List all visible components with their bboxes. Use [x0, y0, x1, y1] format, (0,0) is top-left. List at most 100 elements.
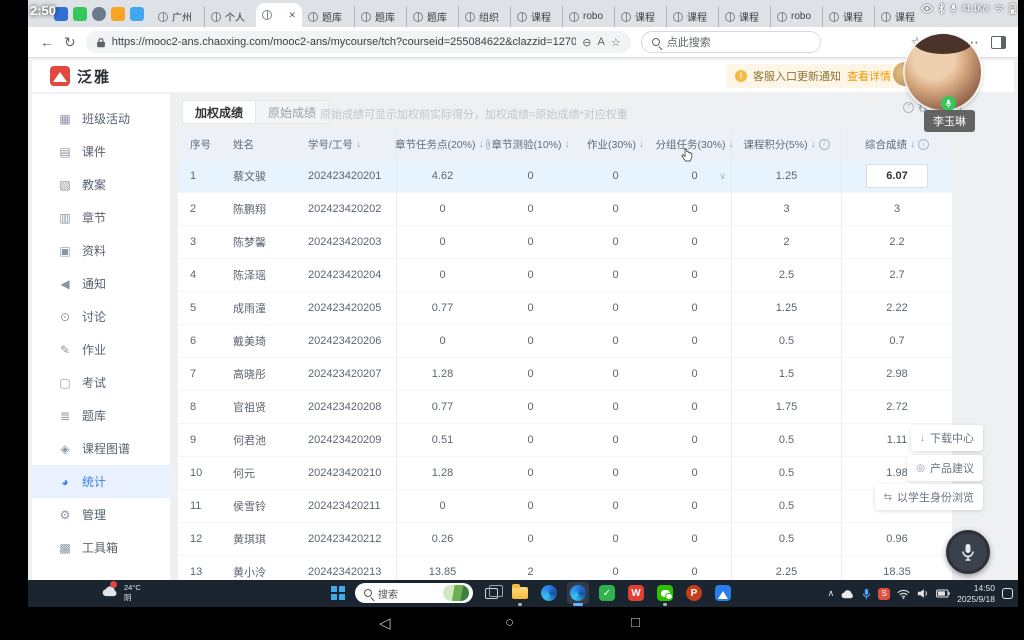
wps-office-icon[interactable]: W [625, 582, 647, 604]
table-row[interactable]: 11 侯雪铃 202423420211 0 0 0 0 0.5 0.7 [178, 490, 952, 523]
table-row[interactable]: 7 高晓彤 202423420207 1.28 0 0 0 1.5 2.98 [178, 358, 952, 391]
browser-tab[interactable]: robo ✕ [562, 6, 614, 27]
tray-expand-icon[interactable]: ∧ [828, 588, 835, 599]
tab-raw-score[interactable]: 原始成绩 [256, 100, 329, 124]
browser-search-box[interactable]: 点此搜索 [641, 31, 821, 53]
table-row[interactable]: 2 陈鹏翔 202423420202 0 0 0 0 3 3 [178, 193, 952, 226]
table-row[interactable]: 6 戴美琦 202423420206 0 0 0 0 0.5 0.7 [178, 325, 952, 358]
browser-tab[interactable]: 课程 ✕ [874, 6, 926, 27]
sort-icon[interactable]: ↓ [478, 139, 483, 150]
edge-browser-active-icon[interactable] [567, 582, 589, 604]
browser-tab[interactable]: 课程 ✕ [614, 6, 666, 27]
table-header-cell[interactable]: 课程积分(5%) ↓ i [732, 128, 842, 160]
table-header-cell[interactable]: 姓名 [223, 128, 298, 160]
android-recents-button[interactable]: □ [631, 614, 640, 631]
sidebar-panel-icon[interactable] [991, 36, 1006, 49]
pinned-tab-favicon[interactable] [54, 7, 68, 21]
sort-icon[interactable]: ↓ [356, 139, 361, 150]
sort-icon[interactable]: ↓ [639, 139, 644, 150]
notification-icon[interactable] [1002, 588, 1013, 599]
browser-tab[interactable]: robo ✕ [770, 6, 822, 27]
task-view-icon[interactable] [480, 582, 502, 604]
sidebar-item[interactable]: ▣ 资料 [32, 234, 170, 267]
sort-icon[interactable]: ↓ [811, 139, 816, 150]
table-row[interactable]: 3 陈梦馨 202423420203 0 0 0 0 2 2.2 [178, 226, 952, 259]
taskbar-weather-widget[interactable]: 24°C 阴 [102, 583, 141, 603]
pinned-tab-favicon[interactable] [73, 7, 87, 21]
sidebar-item[interactable]: ✎ 作业 [32, 333, 170, 366]
browser-tab[interactable]: 广州 ✕ [152, 6, 204, 27]
info-icon[interactable]: i [918, 139, 929, 150]
start-button-icon[interactable] [331, 586, 345, 600]
favorite-star-icon[interactable]: ☆ [611, 36, 621, 49]
wifi-icon[interactable] [897, 589, 910, 599]
table-header-cell[interactable]: 学号/工号 ↓ [298, 128, 397, 160]
browser-tab[interactable]: 题库 ✕ [354, 6, 406, 27]
android-back-button[interactable]: ◁ [379, 614, 391, 632]
table-header-cell[interactable]: 分组任务(30%) ↓ [658, 128, 732, 160]
back-icon[interactable]: ← [40, 35, 54, 49]
download-center-button[interactable]: ↓ 下载中心 [911, 425, 983, 451]
pinned-tab-favicon[interactable] [92, 7, 106, 21]
browser-tab[interactable]: 个人 ✕ [204, 6, 256, 27]
service-notice[interactable]: ! 客服入口更新通知 查看详情 [726, 64, 900, 88]
browser-tab[interactable]: ✕ [256, 3, 302, 27]
browser-tab[interactable]: 课程 ✕ [718, 6, 770, 27]
browser-tab[interactable]: 课程 ✕ [510, 6, 562, 27]
onedrive-cloud-icon[interactable] [841, 589, 855, 599]
student-view-button[interactable]: ⇆ 以学生身份浏览 [875, 484, 983, 510]
sidebar-item[interactable]: ⊙ 讨论 [32, 300, 170, 333]
zoom-icon[interactable]: ⊖ [582, 36, 591, 49]
table-header-cell[interactable]: 作业(30%) ↓ [573, 128, 658, 160]
sidebar-item[interactable]: ◕ 统计 [32, 465, 170, 498]
powerpoint-icon[interactable]: P [683, 582, 705, 604]
sidebar-item[interactable]: ≣ 题库 [32, 399, 170, 432]
pinned-tab-favicon[interactable] [111, 7, 125, 21]
browser-tab[interactable]: 课程 ✕ [822, 6, 874, 27]
table-row[interactable]: 4 陈泽瑶 202423420204 0 0 0 0 2.5 2.7 [178, 259, 952, 292]
table-header-cell[interactable]: 综合成绩 ↓ i [842, 128, 952, 160]
sidebar-item[interactable]: ▤ 课件 [32, 135, 170, 168]
table-header-cell[interactable]: 序号 [178, 128, 223, 160]
table-header-cell[interactable]: 章节任务点(20%) ↓ i [397, 128, 488, 160]
sidebar-item[interactable]: ▢ 考试 [32, 366, 170, 399]
green-app-icon[interactable]: ✓ [596, 582, 618, 604]
sidebar-item[interactable]: ▧ 教案 [32, 168, 170, 201]
sidebar-item[interactable]: ▦ 班级活动 [32, 102, 170, 135]
xuexitong-icon[interactable] [712, 582, 734, 604]
browser-tab[interactable]: 组织 ✕ [458, 6, 510, 27]
pinned-tab-favicon[interactable] [130, 7, 144, 21]
tray-microphone-icon[interactable] [862, 588, 871, 600]
total-score-input[interactable]: 6.07 [866, 164, 928, 188]
table-header-cell[interactable]: 章节测验(10%) ↓ [488, 128, 573, 160]
red-app-tray-icon[interactable]: S [878, 588, 890, 600]
notice-detail-link[interactable]: 查看详情 [847, 68, 891, 84]
browser-tab[interactable]: 题库 ✕ [302, 6, 354, 27]
sidebar-item[interactable]: ⚙ 管理 [32, 498, 170, 531]
battery-icon[interactable] [936, 589, 950, 598]
tray-clock[interactable]: 14:50 2025/9/18 [957, 583, 995, 604]
address-bar[interactable]: https://mooc2-ans.chaoxing.com/mooc2-ans… [86, 31, 631, 53]
sort-icon[interactable]: ↓ [565, 139, 570, 150]
browser-tab[interactable]: 题库 ✕ [406, 6, 458, 27]
sidebar-item[interactable]: ◈ 课程图谱 [32, 432, 170, 465]
tab-weighted-score[interactable]: 加权成绩 [182, 100, 256, 124]
table-row[interactable]: 12 黄琪琪 202423420212 0.26 0 0 0 0.5 0.96 [178, 523, 952, 556]
edge-browser-icon[interactable] [538, 582, 560, 604]
voice-assistant-button[interactable] [946, 530, 990, 574]
table-row[interactable]: 9 何君池 202423420209 0.51 0 0 0 0.5 1.11 [178, 424, 952, 457]
table-row[interactable]: 8 官祖贤 202423420208 0.77 0 0 0 1.75 2.72 [178, 391, 952, 424]
sort-icon[interactable]: ↓ [729, 139, 734, 150]
read-aloud-icon[interactable]: A [598, 36, 605, 48]
speaker-icon[interactable] [917, 588, 929, 599]
sort-icon[interactable]: ↓ [910, 139, 915, 150]
table-row-selected[interactable]: 1 蔡文骏 202423420201 4.62 0 0 0 ∨ 1.25 6.0… [178, 160, 952, 193]
table-row[interactable]: 10 何元 202423420210 1.28 0 0 0 0.5 1.98 [178, 457, 952, 490]
wechat-icon[interactable] [654, 582, 676, 604]
refresh-icon[interactable]: ↻ [64, 35, 76, 49]
info-icon[interactable]: i [819, 139, 830, 150]
browser-tab[interactable]: 课程 ✕ [666, 6, 718, 27]
tab-close-icon[interactable]: ✕ [288, 10, 296, 21]
android-home-button[interactable]: ○ [505, 614, 514, 631]
sidebar-item[interactable]: ▥ 章节 [32, 201, 170, 234]
